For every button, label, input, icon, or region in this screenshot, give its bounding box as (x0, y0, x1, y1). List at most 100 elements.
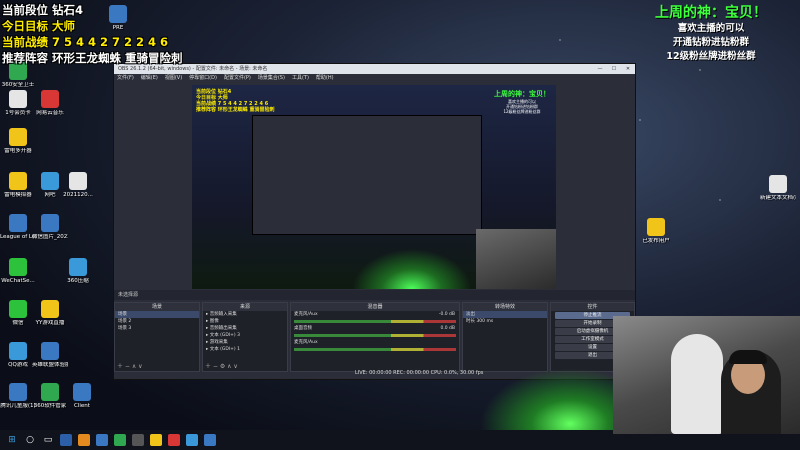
desktop-icon-label: 网易云音乐 (36, 110, 64, 116)
browser-icon[interactable] (96, 434, 108, 446)
track-name: 麦克风/Aux (294, 312, 318, 317)
preview-webcam (476, 229, 556, 289)
streamer-hair (729, 350, 767, 364)
desktop-icon[interactable]: Client (64, 383, 100, 410)
app-icon[interactable] (60, 434, 72, 446)
volume-meter[interactable] (294, 348, 456, 351)
desktop-icon-label: 雷电模拟器 (4, 192, 32, 198)
mixer-track: 麦克风/Aux (291, 339, 459, 351)
qq-icon[interactable] (186, 434, 198, 446)
desktop-icon[interactable]: 2021120... (60, 172, 96, 199)
mixer-track: 麦克风/Aux -0.0 dB (291, 311, 459, 323)
desktop-icon[interactable]: QQ游戏 (0, 342, 36, 369)
menu-item[interactable]: 编辑(E) (141, 74, 158, 83)
desktop-icon[interactable]: 微信 (0, 300, 36, 327)
app-icon (647, 218, 665, 236)
source-item[interactable]: ▸ 图像 (203, 318, 287, 325)
desktop-icon-label: 新建文本文档(8) (760, 195, 796, 201)
preview-overlay-right: 上周的神：宝贝！ 喜欢主播的可以 开通钻粉进钻粉群 12级粉丝牌进粉丝群 (494, 89, 550, 114)
menu-item[interactable]: 工具(T) (292, 74, 309, 83)
preview-god-title: 上周的神：宝贝！ (494, 90, 550, 98)
desktop-icon[interactable]: 英雄联盟体验服 (32, 342, 68, 369)
menu-item[interactable]: 停靠窗口(D) (189, 74, 217, 83)
desktop-icon-label: 微信图片_202202... (32, 234, 68, 240)
source-item[interactable]: ▸ 音频输入采集 (203, 311, 287, 318)
menu-item[interactable]: 文件(F) (117, 74, 134, 83)
sources-dock-toolbar[interactable]: ＋ − ⚙ ∧ ∨ (205, 361, 238, 370)
close-icon[interactable]: ✕ (621, 64, 635, 74)
transition-select[interactable]: 淡出 (463, 311, 547, 318)
desktop-icon-label: 雷电多开器 (4, 148, 32, 154)
task-view-icon[interactable]: ▭ (42, 434, 54, 446)
app-icon (9, 214, 27, 232)
menu-item[interactable]: 视图(V) (165, 74, 182, 83)
lol-icon[interactable] (204, 434, 216, 446)
volume-meter[interactable] (294, 334, 456, 337)
scene-item[interactable]: 场景 (115, 311, 199, 318)
chat-icon[interactable] (114, 434, 126, 446)
source-item[interactable]: ▸ 音频输出采集 (203, 325, 287, 332)
desktop-icon[interactable]: 1号会员卡 (0, 90, 36, 117)
desktop-aurora (480, 368, 630, 430)
app-icon (41, 214, 59, 232)
record-text: 当前战绩 7 5 4 4 2 7 2 2 4 6 (2, 35, 169, 49)
source-item[interactable]: ▸ 游戏采集 (203, 339, 287, 346)
obs-window[interactable]: OBS 26.1.2 (64-bit, windows) - 配置文件: 未命名… (113, 63, 636, 380)
music-icon[interactable] (168, 434, 180, 446)
controls-dock-title: 控件 (551, 303, 634, 311)
desktop-icon[interactable]: League of Legends (0, 214, 36, 241)
desktop-icon[interactable]: 网易云音乐 (32, 90, 68, 117)
desktop-icon-label: WeChatSe... (1, 278, 35, 284)
maximize-icon[interactable]: ☐ (607, 64, 621, 74)
desktop-icon-label: 360安全卫士 (1, 82, 35, 88)
scenes-dock: 场景 场景 场景 2 场景 3 ＋ − ∧ ∨ (114, 302, 200, 372)
desktop-icon-label: 360软件管家 (33, 403, 67, 409)
scenes-dock-title: 场景 (115, 303, 199, 311)
desktop-icon-label: League of Legends (0, 234, 36, 240)
track-level: 0.0 dB (440, 326, 455, 331)
folder-icon[interactable] (78, 434, 90, 446)
scene-item[interactable]: 场景 3 (115, 325, 199, 332)
app-icon (41, 300, 59, 318)
obs-titlebar[interactable]: OBS 26.1.2 (64-bit, windows) - 配置文件: 未命名… (114, 64, 635, 74)
webcam-overlay (613, 316, 800, 434)
obs-preview[interactable]: 当前段位 钻石4 今日目标 大师 当前战绩 7 5 4 4 2 7 2 2 4 … (192, 85, 556, 289)
scenes-dock-toolbar[interactable]: ＋ − ∧ ∨ (117, 361, 143, 370)
desktop-icon[interactable]: 雷电多开器 (0, 128, 36, 155)
menu-item[interactable]: 场景集合(S) (258, 74, 285, 83)
duration-value[interactable]: 300 ms (476, 319, 493, 324)
desktop-icon[interactable]: 已发布用户 (638, 218, 674, 245)
menu-item[interactable]: 帮助(H) (316, 74, 334, 83)
notice-line-1: 喜欢主播的可以 (677, 23, 745, 34)
minimize-icon[interactable]: — (593, 64, 607, 74)
sources-dock-title: 来源 (203, 303, 287, 311)
desktop-icon[interactable]: 360软件管家 (32, 383, 68, 410)
mixer-dock: 混音器 麦克风/Aux -0.0 dB 桌面音频 0.0 dB 麦克风/Aux (290, 302, 460, 372)
preview-nested-obs (252, 115, 482, 235)
app-icon (769, 175, 787, 193)
game-icon[interactable] (150, 434, 162, 446)
desktop-icon[interactable]: WeChatSe... (0, 258, 36, 285)
source-item[interactable]: ▸ 文本 (GDI+) 3 (203, 332, 287, 339)
app-icon (73, 383, 91, 401)
desktop-icon[interactable]: YY游戏直播 (32, 300, 68, 327)
desktop-icon[interactable]: 新建文本文档(8) (760, 175, 796, 202)
desktop-icon[interactable]: 腾讯儿童服(1) (0, 383, 36, 410)
search-icon[interactable]: ○ (24, 434, 36, 446)
app-icon (41, 342, 59, 360)
source-item[interactable]: ▸ 文本 (GDI+) 1 (203, 346, 287, 353)
track-name: 桌面音频 (294, 326, 312, 331)
desktop-icon[interactable]: 微信图片_202202... (32, 214, 68, 241)
obs-status-bar: LIVE: 00:00:00 REC: 00:00:00 CPU: 0.0%, … (355, 370, 484, 376)
rank-text: 当前段位 钻石4 (2, 3, 84, 17)
desktop-icon[interactable]: 360安全卫士 (0, 62, 36, 89)
start-icon[interactable]: ⊞ (6, 434, 18, 446)
transition-duration[interactable]: 时长 300 ms (463, 318, 547, 325)
desktop-icon[interactable]: 雷电模拟器 (0, 172, 36, 199)
obs-icon[interactable] (132, 434, 144, 446)
desktop-icon[interactable]: 360压缩 (60, 258, 96, 285)
scene-item[interactable]: 场景 2 (115, 318, 199, 325)
mixer-track: 桌面音频 0.0 dB (291, 325, 459, 337)
menu-item[interactable]: 配置文件(P) (224, 74, 251, 83)
volume-meter[interactable] (294, 320, 456, 323)
